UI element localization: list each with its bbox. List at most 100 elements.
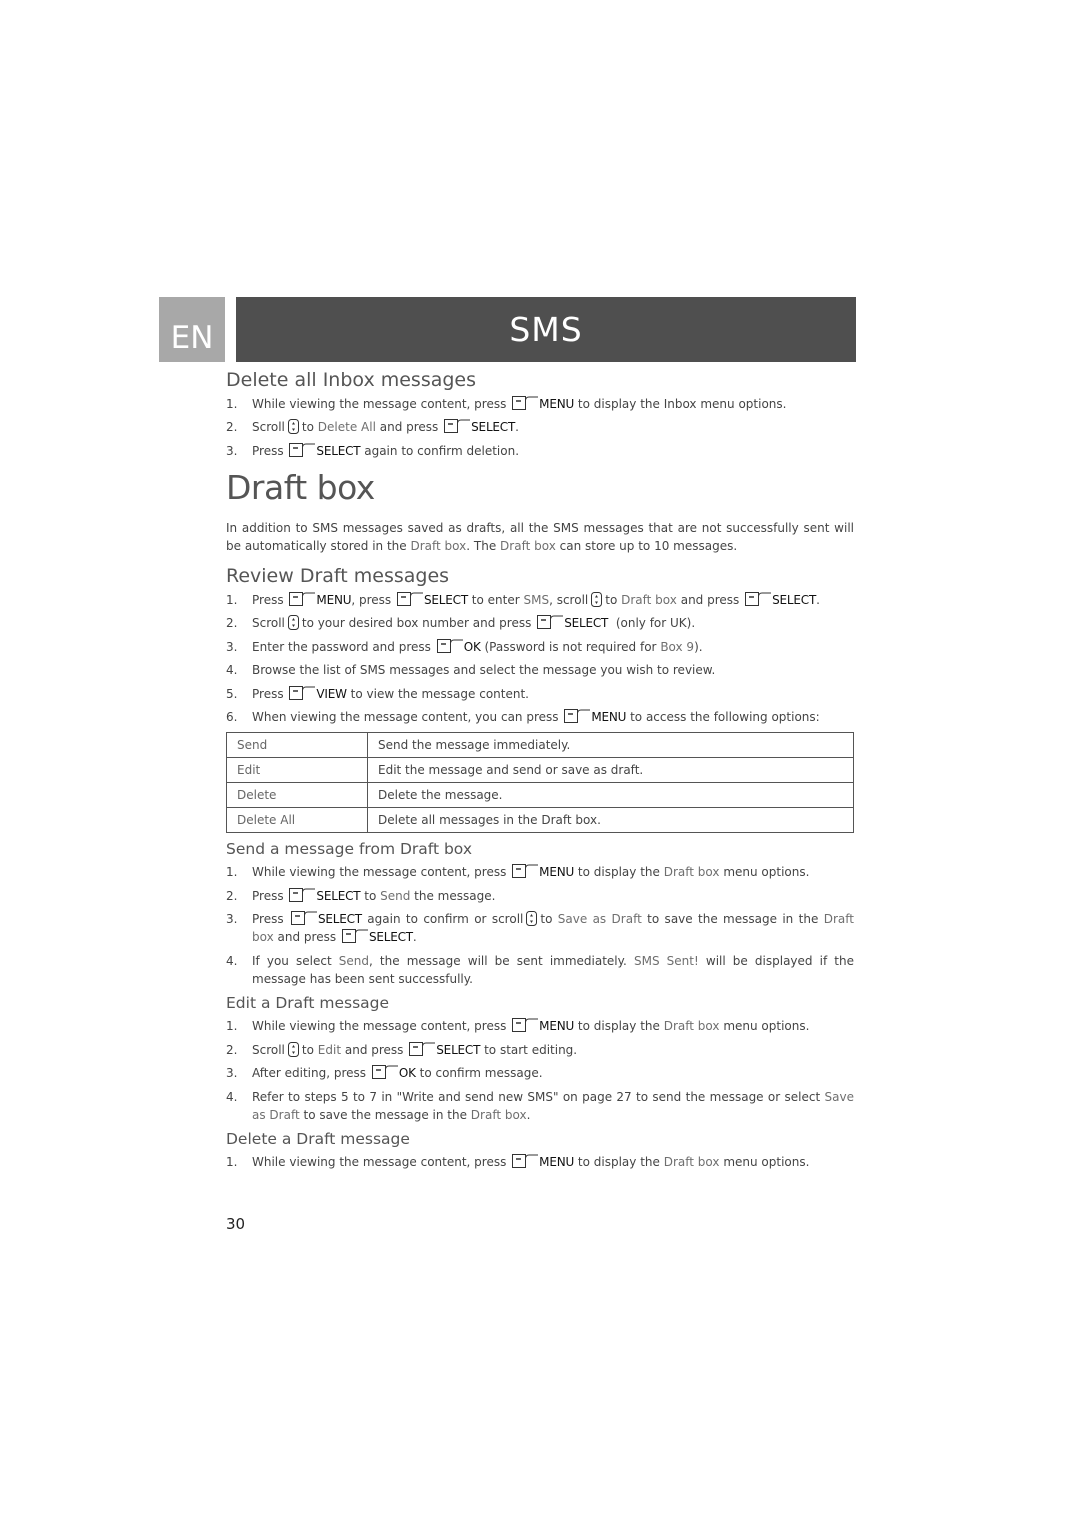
text: Scroll — [252, 1042, 285, 1057]
key-label: SELECT — [316, 888, 361, 903]
key-label: MENU — [591, 710, 627, 725]
key-label: MENU — [539, 865, 575, 880]
key-label: SELECT — [564, 616, 609, 631]
left-softkey-icon — [512, 1154, 539, 1169]
navigation-key-icon — [287, 615, 299, 631]
list-item: 3. Press SELECT again to confirm or scrol… — [226, 910, 854, 946]
text: Scroll — [252, 420, 285, 435]
list-item: 3. Enter the password and press OK (Passw… — [226, 638, 854, 656]
step-number: 1. — [226, 1019, 238, 1034]
text: to display the — [577, 865, 660, 880]
text: Press — [252, 912, 284, 927]
step-number: 3. — [226, 1066, 238, 1081]
key-label: SELECT — [316, 443, 361, 458]
text: to access the following options: — [630, 710, 820, 725]
inbox-steps: 1. While viewing the message content, pre… — [226, 395, 854, 460]
option-description: Delete all messages in the Draft box. — [367, 806, 854, 833]
left-softkey-icon — [409, 1041, 436, 1056]
text: While viewing the message content, press — [252, 1155, 507, 1170]
heading-review-draft: Review Draft messages — [226, 565, 450, 588]
list-item: 1. While viewing the message content, pre… — [226, 1017, 854, 1035]
left-softkey-icon — [289, 887, 316, 902]
list-item: 1. While viewing the message content, pre… — [226, 863, 854, 881]
key-label: SELECT — [436, 1042, 481, 1057]
text: , scroll — [549, 592, 589, 607]
step-number: 6. — [226, 710, 238, 725]
option-name: Edit — [226, 756, 368, 783]
navigation-key-icon — [591, 591, 603, 607]
text: . — [515, 420, 519, 435]
text: menu options. — [723, 865, 810, 880]
step-number: 4. — [226, 663, 238, 678]
table-row: Delete All Delete all messages in the Dra… — [226, 806, 854, 833]
edit-steps: 1. While viewing the message content, pre… — [226, 1017, 854, 1124]
list-item: 1. While viewing the message content, pre… — [226, 1153, 854, 1171]
text: to save the message in the — [303, 1107, 467, 1122]
menu-term: Box 9 — [660, 639, 695, 654]
text: Enter the password and press — [252, 639, 431, 654]
text: While viewing the message content, press — [252, 865, 507, 880]
list-item: 2. Press SELECT to Send the message. — [226, 887, 854, 905]
list-item: 1. Press MENU, press SELECT to enter SMS,… — [226, 591, 854, 609]
step-number: 1. — [226, 1155, 238, 1170]
text: again to confirm or scroll — [367, 912, 524, 927]
key-label: SELECT — [423, 592, 468, 607]
table-row: Edit Edit the message and send or save as… — [226, 756, 854, 783]
menu-term: Delete All — [317, 420, 376, 435]
step-number: 1. — [226, 865, 238, 880]
key-label: SELECT — [772, 592, 817, 607]
list-item: 2. Scroll to Delete All and press SELECT. — [226, 418, 854, 436]
left-softkey-icon — [371, 1065, 398, 1080]
list-item: 1. While viewing the message content, pre… — [226, 395, 854, 413]
text: Press — [252, 592, 284, 607]
menu-term: Draft box — [663, 1019, 720, 1034]
key-label: SELECT — [368, 930, 413, 945]
step-number: 2. — [226, 616, 238, 631]
text: After editing, press — [252, 1066, 367, 1081]
key-label: MENU — [316, 592, 352, 607]
menu-term: SMS — [523, 592, 550, 607]
list-item: 3. Press SELECT again to confirm deletion… — [226, 442, 854, 460]
menu-term: Draft box — [663, 1155, 720, 1170]
left-softkey-icon — [341, 929, 368, 944]
text: Scroll — [252, 616, 285, 631]
step-number: 2. — [226, 420, 238, 435]
text: to save the message in the — [647, 912, 819, 927]
key-label: VIEW — [316, 686, 347, 701]
step-number: 2. — [226, 1042, 238, 1057]
step-number: 4. — [226, 1089, 238, 1104]
heading-edit-draft: Edit a Draft message — [226, 994, 390, 1013]
text: and press — [344, 1042, 404, 1057]
text: again to confirm deletion. — [364, 443, 520, 458]
heading-send-from-draft: Send a message from Draft box — [226, 839, 472, 858]
menu-term: Save as Draft — [557, 912, 642, 927]
key-label: MENU — [539, 1155, 575, 1170]
language-label: EN — [170, 320, 214, 356]
key-label: OK — [463, 639, 481, 654]
text: Press — [252, 888, 284, 903]
text: While viewing the message content, press — [252, 1019, 507, 1034]
text: menu options. — [723, 1019, 810, 1034]
left-softkey-icon — [289, 685, 316, 700]
text: . — [412, 930, 417, 945]
left-softkey-icon — [444, 419, 471, 434]
section-title: SMS — [509, 310, 583, 349]
text: to enter — [471, 592, 520, 607]
option-name: Delete — [226, 781, 368, 808]
left-softkey-icon — [512, 864, 539, 879]
menu-term: Draft box — [410, 539, 467, 554]
text: While viewing the message content, press — [252, 396, 507, 411]
text: Press — [252, 443, 284, 458]
step-number: 1. — [226, 592, 238, 607]
text: to — [364, 888, 377, 903]
screen-message: SMS Sent! — [633, 953, 699, 968]
text: to — [301, 420, 314, 435]
menu-term: Draft box — [500, 539, 556, 554]
text: can store up to 10 messages. — [559, 539, 738, 554]
step-number: 3. — [226, 443, 238, 458]
text: Browse the list of SMS messages and sele… — [252, 663, 716, 678]
step-number: 3. — [226, 912, 238, 927]
delete-steps: 1. While viewing the message content, pre… — [226, 1153, 854, 1171]
text: ). — [694, 639, 703, 654]
key-label: SELECT — [471, 420, 516, 435]
